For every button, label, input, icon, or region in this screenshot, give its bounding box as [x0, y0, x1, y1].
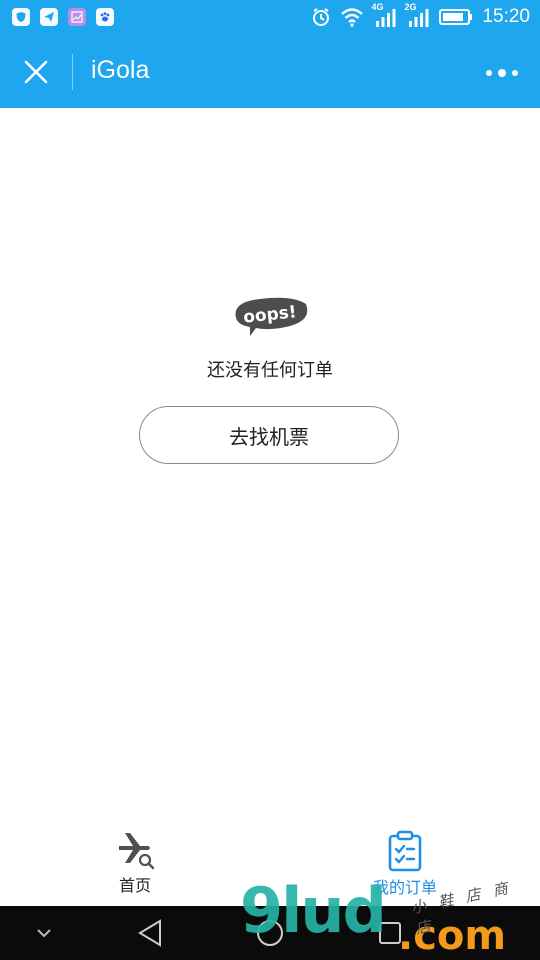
alarm-icon: [313, 8, 330, 26]
more-dot-icon: [512, 70, 518, 76]
tab-my-orders[interactable]: 我的订单: [305, 822, 505, 906]
system-navigation-bar: [0, 906, 540, 960]
network-label-4g: 4G: [371, 2, 384, 12]
title-divider: [72, 54, 73, 90]
tab-home[interactable]: 首页: [35, 822, 235, 906]
back-icon: [138, 919, 161, 947]
system-status: 4G 2G 15:20: [311, 2, 530, 28]
empty-message: 还没有任何订单: [207, 360, 333, 381]
recents-icon: [379, 922, 401, 944]
status-bar: 4G 2G 15:20: [0, 0, 540, 36]
clipboard-check-icon: [388, 830, 422, 872]
title-bar: iGola: [0, 36, 540, 108]
tab-home-label: 首页: [118, 876, 151, 895]
clock: 15:20: [482, 6, 530, 27]
tab-my-orders-label: 我的订单: [372, 878, 437, 897]
paper-plane-app-icon: [40, 8, 58, 26]
find-tickets-button[interactable]: 去找机票: [139, 406, 399, 464]
more-options-button[interactable]: [480, 58, 526, 86]
collapse-nav-button[interactable]: [14, 906, 74, 960]
home-icon: [257, 920, 283, 946]
notification-icons: [12, 8, 114, 26]
bottom-tab-bar: 首页 我的订单: [0, 822, 540, 906]
oops-bubble-icon: oops!: [235, 297, 308, 336]
photo-app-icon: [68, 8, 86, 26]
more-dot-icon: [486, 70, 492, 76]
more-dot-icon: [498, 69, 506, 77]
signal-4g: 4G: [371, 2, 397, 28]
page-title: iGola: [91, 56, 150, 84]
back-nav-button[interactable]: [120, 906, 180, 960]
close-button[interactable]: [16, 54, 56, 90]
collapse-icon: [37, 929, 51, 938]
wifi-icon: [341, 8, 364, 27]
network-label-2g: 2G: [404, 2, 417, 12]
shield-app-icon: [12, 8, 30, 26]
battery-icon: [439, 9, 473, 25]
plane-search-icon: [119, 833, 155, 870]
recents-nav-button[interactable]: [360, 906, 420, 960]
signal-2g: 2G: [404, 2, 430, 28]
home-nav-button[interactable]: [240, 906, 300, 960]
close-icon: [24, 60, 48, 84]
baidu-paw-app-icon: [96, 8, 114, 26]
